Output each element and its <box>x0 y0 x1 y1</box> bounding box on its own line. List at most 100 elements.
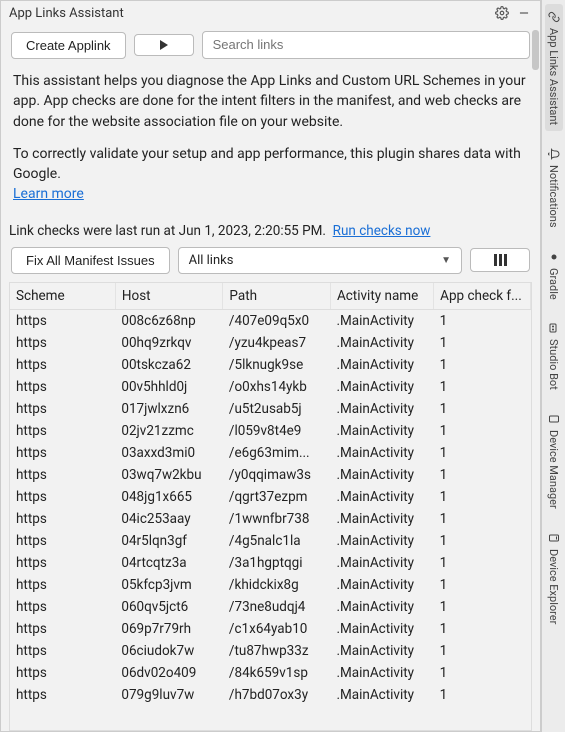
col-host[interactable]: Host <box>115 283 223 310</box>
table-row[interactable]: https03axxd3mi0/e6g63mim....MainActivity… <box>10 442 531 464</box>
learn-more-link[interactable]: Learn more <box>13 186 84 202</box>
fix-manifest-button[interactable]: Fix All Manifest Issues <box>11 247 170 274</box>
titlebar: App Links Assistant <box>1 1 540 25</box>
cell-path: /u5t2usab5j <box>223 398 331 420</box>
rail-gradle[interactable]: Gradle <box>545 244 563 306</box>
table-row[interactable]: https060qv5jct6/73ne8udqj4.MainActivity1 <box>10 596 531 618</box>
cell-check: 1 <box>434 376 531 398</box>
cell-scheme: https <box>10 464 115 486</box>
table-row[interactable]: https00v5hhld0j/o0xhs14ykb.MainActivity1 <box>10 376 531 398</box>
cell-scheme: https <box>10 574 115 596</box>
status-timestamp: Jun 1, 2023, 2:20:55 PM. <box>179 223 326 239</box>
cell-path: /tu87hwp33z <box>223 640 331 662</box>
table-row[interactable]: https048jg1x665/qgrt37ezpm.MainActivity1 <box>10 486 531 508</box>
cell-path: /y0qqimaw3s <box>223 464 331 486</box>
cell-activity: .MainActivity <box>330 596 433 618</box>
rail-app-links[interactable]: App Links Assistant <box>545 4 563 131</box>
cell-activity: .MainActivity <box>330 309 433 332</box>
cell-activity: .MainActivity <box>330 398 433 420</box>
cell-check: 1 <box>434 486 531 508</box>
table-row[interactable]: https079g9luv7w/h7bd07ox3y.MainActivity1 <box>10 684 531 706</box>
table-row[interactable]: https04ic253aay/1wwnfbr738.MainActivity1 <box>10 508 531 530</box>
col-scheme[interactable]: Scheme <box>10 283 115 310</box>
cell-path: /4g5nalc1la <box>223 530 331 552</box>
rail-device-manager[interactable]: Device Manager <box>545 406 563 515</box>
table-row[interactable]: https00tskcza62/5lknugk9se.MainActivity1 <box>10 354 531 376</box>
col-activity[interactable]: Activity name <box>330 283 433 310</box>
cell-path: /l059v8t4e9 <box>223 420 331 442</box>
panel-title: App Links Assistant <box>9 6 488 21</box>
cell-host: 06dv02o409 <box>115 662 223 684</box>
cell-scheme: https <box>10 618 115 640</box>
cell-path: /73ne8udqj4 <box>223 596 331 618</box>
bot-icon <box>547 321 561 335</box>
cell-path: /e6g63mim... <box>223 442 331 464</box>
cell-scheme: https <box>10 684 115 706</box>
cell-check: 1 <box>434 332 531 354</box>
columns-button[interactable] <box>470 248 530 272</box>
cell-activity: .MainActivity <box>330 618 433 640</box>
cell-path: /3a1hgptqgi <box>223 552 331 574</box>
cell-path: /1wwnfbr738 <box>223 508 331 530</box>
table-row[interactable]: https04rtcqtz3a/3a1hgptqgi.MainActivity1 <box>10 552 531 574</box>
col-path[interactable]: Path <box>223 283 331 310</box>
cell-scheme: https <box>10 596 115 618</box>
search-input-wrap[interactable] <box>202 31 530 59</box>
table-row[interactable]: https05kfcp3jvm/khidckix8g.MainActivity1 <box>10 574 531 596</box>
cell-host: 060qv5jct6 <box>115 596 223 618</box>
cell-host: 03axxd3mi0 <box>115 442 223 464</box>
gear-icon[interactable] <box>494 5 510 21</box>
cell-path: /5lknugk9se <box>223 354 331 376</box>
cell-scheme: https <box>10 420 115 442</box>
cell-check: 1 <box>434 354 531 376</box>
table-row[interactable]: https04r5lqn3gf/4g5nalc1la.MainActivity1 <box>10 530 531 552</box>
cell-path: /407e09q5x0 <box>223 309 331 332</box>
run-checks-link[interactable]: Run checks now <box>333 223 431 239</box>
cell-check: 1 <box>434 640 531 662</box>
cell-host: 00hq9zrkqv <box>115 332 223 354</box>
rail-label: Device Explorer <box>547 549 560 624</box>
cell-check: 1 <box>434 309 531 332</box>
cell-check: 1 <box>434 420 531 442</box>
table-row[interactable]: https017jwlxzn6/u5t2usab5j.MainActivity1 <box>10 398 531 420</box>
cell-check: 1 <box>434 596 531 618</box>
table-row[interactable]: https008c6z68np/407e09q5x0.MainActivity1 <box>10 309 531 332</box>
table-row[interactable]: https06dv02o409/84k659v1sp.MainActivity1 <box>10 662 531 684</box>
links-table-wrap: Scheme Host Path Activity name App check… <box>9 282 532 731</box>
cell-scheme: https <box>10 332 115 354</box>
cell-host: 04ic253aay <box>115 508 223 530</box>
cell-check: 1 <box>434 508 531 530</box>
cell-check: 1 <box>434 442 531 464</box>
table-row[interactable]: https03wq7w2kbu/y0qqimaw3s.MainActivity1 <box>10 464 531 486</box>
cell-host: 06ciudok7w <box>115 640 223 662</box>
cell-check: 1 <box>434 662 531 684</box>
table-row[interactable]: https02jv21zzmc/l059v8t4e9.MainActivity1 <box>10 420 531 442</box>
cell-path: /h7bd07ox3y <box>223 684 331 706</box>
cell-path: /c1x64yab10 <box>223 618 331 640</box>
link-icon <box>547 10 561 24</box>
table-row[interactable]: https06ciudok7w/tu87hwp33z.MainActivity1 <box>10 640 531 662</box>
scrollbar-thumb[interactable] <box>532 30 539 70</box>
rail-studio-bot[interactable]: Studio Bot <box>545 315 563 396</box>
cell-activity: .MainActivity <box>330 508 433 530</box>
cell-path: /84k659v1sp <box>223 662 331 684</box>
cell-check: 1 <box>434 530 531 552</box>
run-button[interactable] <box>134 34 194 56</box>
search-input[interactable] <box>213 37 519 52</box>
cell-scheme: https <box>10 552 115 574</box>
table-row[interactable]: https00hq9zrkqv/yzu4kpeas7.MainActivity1 <box>10 332 531 354</box>
tool-window-rail: App Links Assistant Notifications Gradle… <box>541 0 565 732</box>
rail-notifications[interactable]: Notifications <box>545 141 563 234</box>
cell-activity: .MainActivity <box>330 486 433 508</box>
rail-device-explorer[interactable]: Device Explorer <box>545 525 563 630</box>
chevron-down-icon: ▼ <box>441 255 451 266</box>
cell-activity: .MainActivity <box>330 420 433 442</box>
cell-activity: .MainActivity <box>330 354 433 376</box>
select-value: All links <box>189 253 234 268</box>
links-filter-select[interactable]: All links ▼ <box>178 247 462 274</box>
create-applink-button[interactable]: Create Applink <box>11 32 126 59</box>
table-row[interactable]: https069p7r79rh/c1x64yab10.MainActivity1 <box>10 618 531 640</box>
minimize-icon[interactable] <box>516 5 532 21</box>
cell-activity: .MainActivity <box>330 464 433 486</box>
col-app-check[interactable]: App check f... <box>434 283 531 310</box>
